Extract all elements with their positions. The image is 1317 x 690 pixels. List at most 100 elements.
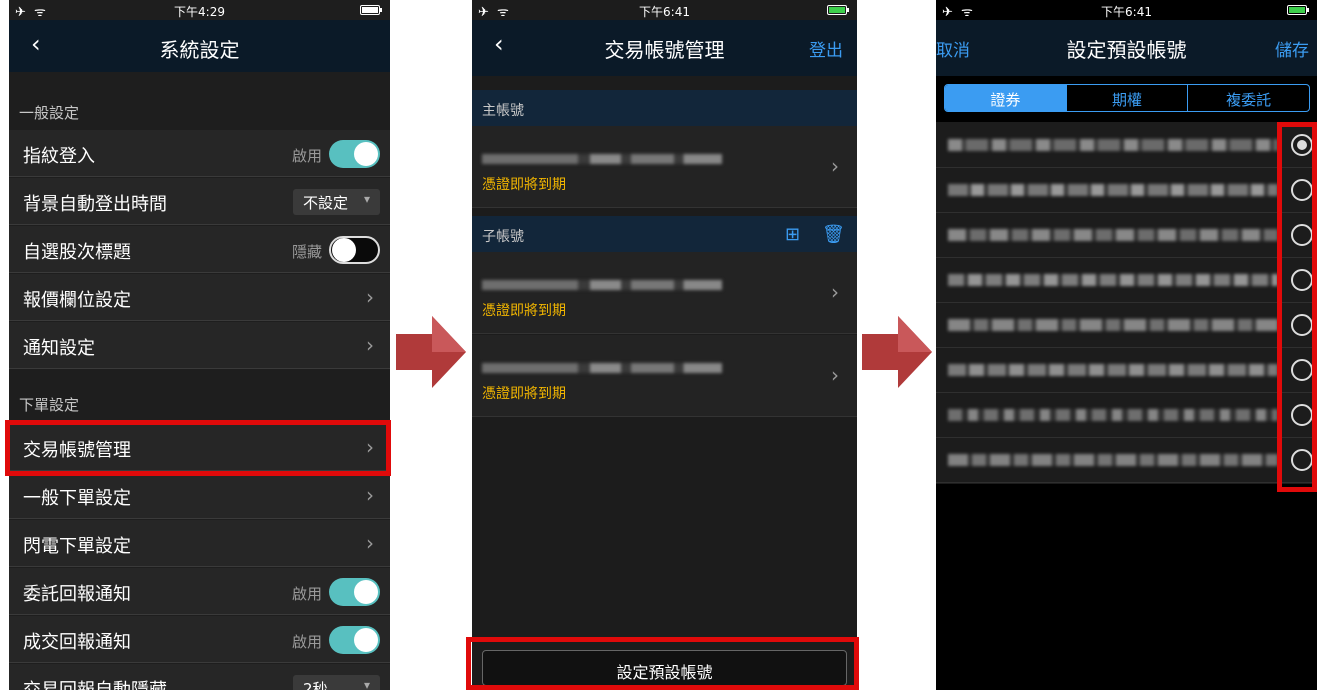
cert-warning: 憑證即將到期 <box>482 303 566 319</box>
add-account-icon[interactable]: ⊞ <box>785 224 800 245</box>
row-label: 通知設定 <box>23 338 95 359</box>
chevron-right-icon: › <box>366 435 374 459</box>
account-option[interactable] <box>936 347 1317 393</box>
order-report-toggle[interactable] <box>329 578 380 606</box>
trash-icon[interactable]: 🗑 <box>822 224 845 245</box>
row-label: 交易回報自動隱藏 <box>23 676 167 690</box>
section-header-general: 一般設定 <box>9 80 390 130</box>
row-fingerprint-login[interactable]: 指紋登入 啟用 <box>9 130 390 177</box>
row-auto-logout[interactable]: 背景自動登出時間 不設定 ▾ <box>9 178 390 225</box>
screen-system-settings: ✈ ᯤ 下午4:29 ‹ 系統設定 一般設定 指紋登入 啟用 背景自動登出時間 … <box>9 0 390 690</box>
toggle-state-label: 啟用 <box>291 147 322 165</box>
row-label: 委託回報通知 <box>23 584 131 605</box>
section-header-order: 下單設定 <box>9 372 390 422</box>
page-title: 系統設定 <box>159 38 240 62</box>
nav-bar: ‹ 系統設定 <box>9 20 390 72</box>
sub-account-header-label: 子帳號 <box>482 229 524 245</box>
chevron-right-icon: › <box>831 363 839 387</box>
status-bar: ✈ ᯤ 下午6:41 <box>472 0 857 20</box>
row-fill-report-notify[interactable]: 成交回報通知 啟用 <box>9 616 390 663</box>
row-label: 背景自動登出時間 <box>23 194 167 215</box>
cert-warning: 憑證即將到期 <box>482 386 566 402</box>
auto-logout-select[interactable]: 不設定 ▾ <box>293 189 380 215</box>
radio-selected[interactable] <box>1291 134 1313 156</box>
fingerprint-toggle[interactable] <box>329 140 380 168</box>
chevron-right-icon: › <box>366 531 374 555</box>
row-label: 自選股次標題 <box>23 242 131 263</box>
caret-down-icon: ▾ <box>363 678 370 690</box>
row-label: 交易帳號管理 <box>23 440 131 461</box>
account-option[interactable] <box>936 302 1317 348</box>
account-option[interactable] <box>936 167 1317 213</box>
toggle-state-label: 隱藏 <box>291 243 322 261</box>
account-option[interactable] <box>936 392 1317 438</box>
toggle-state-label: 啟用 <box>291 585 322 603</box>
chevron-right-icon: › <box>831 154 839 178</box>
redacted-account <box>948 229 1278 241</box>
redacted-account <box>482 154 722 164</box>
tab-securities[interactable]: 證券 <box>945 85 1066 111</box>
redacted-account <box>948 184 1278 196</box>
arrow-right-icon <box>396 316 466 388</box>
row-quote-columns[interactable]: 報價欄位設定 › <box>9 274 390 321</box>
row-watchlist-subtitle[interactable]: 自選股次標題 隱藏 <box>9 226 390 273</box>
caret-down-icon: ▾ <box>363 192 370 206</box>
account-option[interactable] <box>936 437 1317 483</box>
sub-account-row[interactable]: 憑證即將到期 › <box>472 252 857 334</box>
radio-unselected[interactable] <box>1291 269 1313 291</box>
row-trading-account-management[interactable]: 交易帳號管理 › <box>9 424 390 471</box>
account-option[interactable] <box>936 257 1317 303</box>
page-title: 設定預設帳號 <box>1066 38 1187 62</box>
row-flash-order-settings[interactable]: 閃電下單設定 › <box>9 520 390 567</box>
row-report-auto-hide[interactable]: 交易回報自動隱藏 2秒 ▾ <box>9 664 390 690</box>
radio-unselected[interactable] <box>1291 359 1313 381</box>
row-general-order-settings[interactable]: 一般下單設定 › <box>9 472 390 519</box>
row-label: 成交回報通知 <box>23 632 131 653</box>
screen-account-management: ✈ ᯤ 下午6:41 ‹ 交易帳號管理 登出 主帳號 憑證即將到期 › 子帳號 … <box>472 0 857 690</box>
logout-button[interactable]: 登出 <box>809 36 843 61</box>
tab-sub-brokerage[interactable]: 複委託 <box>1187 85 1309 111</box>
fill-report-toggle[interactable] <box>329 626 380 654</box>
main-account-row[interactable]: 憑證即將到期 › <box>472 126 857 208</box>
status-bar: ✈ ᯤ 下午4:29 <box>9 0 390 20</box>
battery-icon <box>827 5 849 15</box>
radio-unselected[interactable] <box>1291 314 1313 336</box>
chevron-right-icon: › <box>831 280 839 304</box>
watchlist-subtitle-toggle[interactable] <box>329 236 380 264</box>
redacted-account <box>948 409 1278 421</box>
nav-bar: 取消 設定預設帳號 儲存 <box>936 20 1317 76</box>
redacted-account <box>948 454 1278 466</box>
nav-bar: ‹ 交易帳號管理 登出 <box>472 20 857 76</box>
screen-set-default-account: ✈ ᯤ 下午6:41 取消 設定預設帳號 儲存 證券 期權 複委託 <box>936 0 1317 690</box>
select-value: 2秒 <box>303 680 328 690</box>
row-label: 報價欄位設定 <box>23 290 131 311</box>
toggle-state-label: 啟用 <box>291 633 322 651</box>
set-default-account-button[interactable]: 設定預設帳號 <box>482 650 847 686</box>
redacted-account <box>948 319 1278 331</box>
account-option[interactable] <box>936 212 1317 258</box>
page-title: 交易帳號管理 <box>604 38 725 62</box>
row-notification-settings[interactable]: 通知設定 › <box>9 322 390 369</box>
battery-icon <box>1287 5 1309 15</box>
account-option[interactable] <box>936 122 1317 168</box>
save-button[interactable]: 儲存 <box>1275 36 1309 61</box>
sub-account-row[interactable]: 憑證即將到期 › <box>472 335 857 417</box>
radio-unselected[interactable] <box>1291 224 1313 246</box>
tab-futures-options[interactable]: 期權 <box>1065 85 1188 111</box>
status-time: 下午6:41 <box>1101 5 1152 19</box>
status-bar: ✈ ᯤ 下午6:41 <box>936 0 1317 20</box>
report-auto-hide-select[interactable]: 2秒 ▾ <box>293 675 380 690</box>
status-time: 下午6:41 <box>639 5 690 19</box>
cert-warning: 憑證即將到期 <box>482 177 566 193</box>
row-label: 一般下單設定 <box>23 488 131 509</box>
radio-unselected[interactable] <box>1291 404 1313 426</box>
radio-unselected[interactable] <box>1291 449 1313 471</box>
select-value: 不設定 <box>303 194 349 212</box>
row-label: 閃電下單設定 <box>23 536 131 557</box>
radio-unselected[interactable] <box>1291 179 1313 201</box>
row-label: 指紋登入 <box>23 146 95 167</box>
row-order-report-notify[interactable]: 委託回報通知 啟用 <box>9 568 390 615</box>
chevron-right-icon: › <box>366 483 374 507</box>
chevron-right-icon: › <box>366 333 374 357</box>
redacted-account <box>948 364 1278 376</box>
